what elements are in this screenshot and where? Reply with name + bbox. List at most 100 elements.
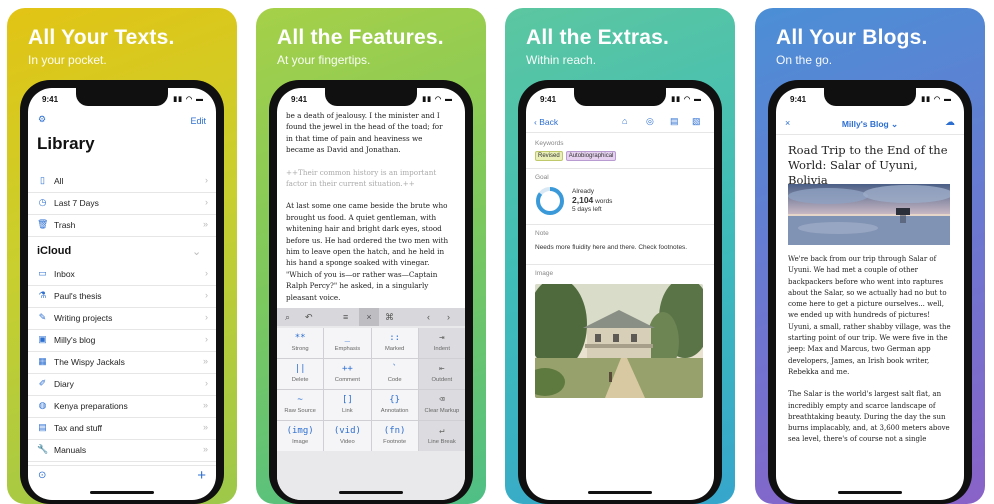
tag-autobiographical[interactable]: Autobiographical [565,151,617,161]
keywords-label: Keywords [535,140,564,147]
undo-icon[interactable]: ↶ [305,312,313,323]
sidebar-item-pauls-thesis[interactable]: ⚗ Paul's thesis › [28,285,216,308]
key-label: Footnote [383,439,407,445]
sidebar-item-label: The Wispy Jackals [54,357,125,367]
cloud-upload-icon[interactable]: ☁ [945,117,955,128]
sidebar-item-label: Writing projects [54,313,113,323]
key-emphasis[interactable]: _ Emphasis [324,328,371,358]
key-label: Image [292,439,309,445]
library-screen: 9:41 ▮▮ ◠ ▬ ⚙ Edit Library ▯ All › ◷ Las… [28,88,216,500]
blog-selector[interactable]: Milly's Blog ⌄ [776,119,964,130]
notch [325,88,417,106]
search-icon[interactable]: ⊙ [38,470,46,481]
key-code[interactable]: ` Code [371,359,418,389]
sidebar-item-all[interactable]: ▯ All › [28,170,216,193]
command-icon[interactable]: ⌘ [385,312,394,323]
blog-nav: × Milly's Blog ⌄ ☁ [776,114,964,135]
sidebar-item-label: Trash [54,220,76,230]
status-time: 9:41 [291,95,308,104]
edit-button[interactable]: Edit [190,116,206,126]
phone-frame: 9:41 ▮▮ ◠ ▬ ‹ Back ⌂ ◎ ▤ ▧ Keywords Revi… [518,80,722,504]
image-icon[interactable]: ▧ [692,116,701,127]
gear-icon[interactable]: ⚙ [38,114,46,124]
grid-icon: ▦ [38,356,47,366]
key-label: Video [340,439,355,445]
sidebar-item-diary[interactable]: ✐ Diary › [28,373,216,396]
sidebar-item-last-7-days[interactable]: ◷ Last 7 Days › [28,192,216,215]
chevron-right-icon: › [205,334,208,344]
right-icon[interactable]: › [447,312,450,322]
key-symbol: ⇥ [439,333,445,343]
key-label: Delete [291,377,309,383]
note-icon[interactable]: ▤ [670,116,679,127]
sidebar-item-millys-blog[interactable]: ▣ Milly's blog › [28,329,216,352]
key-indent[interactable]: ⇥ Indent [418,328,465,358]
sidebar-item-tax[interactable]: ▤ Tax and stuff » [28,417,216,440]
home-indicator [838,491,902,494]
attached-picture[interactable] [535,284,703,398]
status-time: 9:41 [790,95,807,104]
key-label: Emphasis [334,346,361,352]
panel-subtitle: At your fingertips. [277,53,371,67]
sidebar-item-writing-projects[interactable]: ✎ Writing projects › [28,307,216,330]
status-time: 9:41 [540,95,557,104]
doc-icon: ▯ [40,175,45,185]
key-raw-source[interactable]: ~ Raw Source [277,390,324,420]
divider [526,224,714,225]
key-symbol: {} [389,395,401,405]
post-title: Road Trip to the End of the World: Salar… [788,143,948,187]
keywords-tags[interactable]: Revised Autobiographical [535,151,705,161]
tag-icon[interactable]: ⌂ [622,116,627,126]
tag-revised[interactable]: Revised [535,151,563,161]
key-footnote[interactable]: (fn) Footnote [371,421,418,451]
key-clear-markup[interactable]: ⌫ Clear Markup [418,390,465,420]
note-text[interactable]: Needs more fluidity here and there. Chec… [535,244,705,251]
sidebar-item-trash[interactable]: 🗑 Trash » [28,214,216,237]
key-marked[interactable]: :: Marked [371,328,418,358]
sidebar-item-inbox[interactable]: ▭ Inbox › [28,263,216,286]
page-title: Library [37,134,95,153]
back-button[interactable]: ‹ Back [534,117,558,127]
key-label: Comment [334,377,360,383]
paragraph: The Salar is the world's largest salt fl… [788,390,950,444]
target-icon[interactable]: ◎ [646,116,654,127]
section-icloud[interactable]: iCloud ⌄ [37,245,201,258]
search-icon[interactable]: ⌕ [285,312,290,323]
sidebar-item-label: Kenya preparations [54,401,128,411]
list-icon[interactable]: ≡ [343,312,348,322]
key-outdent[interactable]: ⇤ Outdent [418,359,465,389]
left-icon[interactable]: ‹ [427,312,430,322]
clock-icon: ◷ [38,197,47,207]
pen-icon: ✐ [38,378,47,388]
close-icon[interactable]: × [359,308,379,326]
key-video[interactable]: (vid) Video [324,421,371,451]
key-image[interactable]: (img) Image [277,421,324,451]
sidebar-item-wispy-jackals[interactable]: ▦ The Wispy Jackals » [28,351,216,374]
chevron-right-icon: » [202,356,208,366]
add-button[interactable]: + [197,467,206,484]
post-body[interactable]: We're back from our trip through Salar o… [788,254,954,457]
sidebar-item-manuals[interactable]: 🔧 Manuals » [28,439,216,462]
key-symbol: ↵ [439,426,445,436]
panel-blogs: All Your Blogs. On the go. 9:41 ▮▮ ◠ ▬ ×… [755,8,985,504]
key-link[interactable]: [] Link [324,390,371,420]
notch [574,88,666,106]
post-image [788,184,950,245]
key-comment[interactable]: ++ Comment [324,359,371,389]
key-line-break[interactable]: ↵ Line Break [418,421,465,451]
goal-words-unit: words [595,198,613,205]
sidebar-item-kenya[interactable]: ◍ Kenya preparations » [28,395,216,418]
sidebar-item-label: Inbox [54,269,75,279]
goal-label: Goal [535,174,549,181]
home-indicator [90,491,154,494]
editor-screen: 9:41 ▮▮ ◠ ▬ be a death of jealousy. I th… [277,88,465,500]
key-annotation[interactable]: {} Annotation [371,390,418,420]
editor-text[interactable]: be a death of jealousy. I the minister a… [286,110,451,314]
key-strong[interactable]: ** Strong [277,328,324,358]
chevron-right-icon: » [202,444,208,454]
divider [526,168,714,169]
blog-icon: ▣ [38,334,47,344]
inbox-icon: ▭ [38,268,47,278]
key-delete[interactable]: || Delete [277,359,324,389]
key-symbol: (img) [286,426,314,436]
